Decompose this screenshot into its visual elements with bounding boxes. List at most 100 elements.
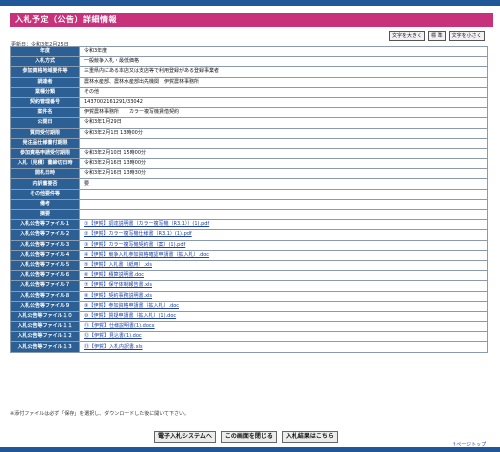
row-label: 内訳書要否 — [10, 178, 80, 190]
row-value — [79, 137, 488, 149]
file-link[interactable]: ⑬【伊賀】入札内訳書.xls — [84, 344, 143, 350]
row-label: 入札公告等ファイル６ — [10, 270, 80, 282]
row-value: 令和3年2月16日 13時30分 — [79, 168, 488, 180]
e-bidding-system-button[interactable]: 電子入札システムへ — [154, 431, 216, 443]
row-value — [79, 208, 488, 221]
bid-results-button[interactable]: 入札結果はこちら — [281, 431, 338, 443]
row-label: 入札公告等ファイル３ — [10, 239, 80, 251]
row-value: 1437002161291/33042 — [79, 96, 488, 109]
row-label: 入札公告等ファイル１ — [10, 219, 80, 231]
close-window-button[interactable]: この画面を閉じる — [220, 431, 277, 443]
row-label: 摘要 — [10, 208, 80, 221]
file-link[interactable]: ⑥【伊賀】積算説明書.doc — [84, 272, 144, 278]
detail-row: 発注品仕様書付期限 — [10, 137, 488, 149]
file-link[interactable]: ②【伊賀】カラー複写機仕様書（R3.1）(1).pdf — [84, 231, 192, 237]
row-label: 備考 — [10, 198, 80, 211]
file-row: 入札公告等ファイル１ ①【伊賀】調達説明書（カラー複写機（R3.1））(1).pd… — [10, 219, 488, 231]
file-link[interactable]: ④【伊賀】競争入札参加資格確認申請書（拡入札）.doc — [84, 252, 209, 258]
detail-row: 備考 — [10, 198, 488, 211]
file-row: 入札公告等ファイル１３ ⑬【伊賀】入札内訳書.xls — [10, 341, 488, 353]
file-link[interactable]: ⑨【伊賀】参加資格申請書（拡入札）.doc — [84, 303, 179, 309]
row-value: 令和3年2月16日 13時00分 — [79, 158, 488, 170]
detail-row: 摘要 — [10, 208, 488, 221]
file-cell: ⑥【伊賀】積算説明書.doc — [79, 270, 488, 282]
row-label: 質問受付期限 — [10, 127, 80, 139]
row-label: 公開日 — [10, 117, 80, 129]
font-large-button[interactable]: 文字を大きく — [389, 31, 426, 41]
row-label: 入札公告等ファイル７ — [10, 280, 80, 292]
row-label: 入札方式 — [10, 56, 80, 68]
file-row: 入札公告等ファイル４ ④【伊賀】競争入札参加資格確認申請書（拡入札）.doc — [10, 249, 488, 261]
file-row: 入札公告等ファイル１１ ⑪【伊賀】仕様説明書(1).docx — [10, 321, 488, 333]
row-value — [79, 198, 488, 211]
detail-row: 開札日時 令和3年2月16日 13時30分 — [10, 168, 488, 180]
row-value: 令和3年2月10日 15時00分 — [79, 147, 488, 160]
file-link[interactable]: ⑫【伊賀】見込書(1).doc — [84, 333, 142, 339]
file-cell: ③【伊賀】カラー複写機契約書（案）(1).pdf — [79, 239, 488, 251]
row-value: 伊賀農林事務所 カラー複写機賃借契約 — [79, 107, 488, 119]
file-link[interactable]: ⑧【伊賀】契約事務説明書.xls — [84, 293, 152, 299]
file-link[interactable]: ⑩【伊賀】質疑申請書（拡入札）(1).doc — [84, 313, 176, 319]
row-label: 開札日時 — [10, 168, 80, 180]
row-value: 一般競争入札・最低価格 — [79, 56, 488, 68]
row-label: 年度 — [10, 45, 80, 58]
file-row: 入札公告等ファイル８ ⑧【伊賀】契約事務説明書.xls — [10, 290, 488, 302]
page-title: 入札予定（公告）詳細情報 — [15, 15, 117, 24]
file-link[interactable]: ⑤【伊賀】入札書（紙用）.xls — [84, 262, 152, 268]
row-label: 参加資格申請受付期限 — [10, 147, 80, 160]
font-size-controls: 文字を大きく 標 準 文字を小さく — [389, 31, 485, 41]
row-label: 入札公告等ファイル１０ — [10, 310, 80, 323]
file-row: 入札公告等ファイル５ ⑤【伊賀】入札書（紙用）.xls — [10, 259, 488, 272]
detail-row: 年度 令和3年度 — [10, 45, 488, 58]
bottom-bar — [0, 447, 500, 452]
file-cell: ②【伊賀】カラー複写機仕様書（R3.1）(1).pdf — [79, 229, 488, 241]
row-value: 農林水産部、農林水産部出先機関 伊賀農林事務所 — [79, 76, 488, 88]
file-cell: ⑤【伊賀】入札書（紙用）.xls — [79, 259, 488, 272]
detail-row: 入札（見積）書締切日時 令和3年2月16日 13時00分 — [10, 158, 488, 170]
detail-row: その他要件等 — [10, 188, 488, 200]
row-label: 入札公告等ファイル５ — [10, 259, 80, 272]
file-link[interactable]: ③【伊賀】カラー複写機契約書（案）(1).pdf — [84, 242, 185, 248]
detail-row: 入札方式 一般競争入札・最低価格 — [10, 56, 488, 68]
detail-row: 内訳書要否要 — [10, 178, 488, 190]
detail-row: 参加資格申請受付期限 令和3年2月10日 15時00分 — [10, 147, 488, 160]
row-label: 発注品仕様書付期限 — [10, 137, 80, 149]
file-cell: ⑨【伊賀】参加資格申請書（拡入札）.doc — [79, 300, 488, 312]
detail-row: 業種分類 その他 — [10, 86, 488, 98]
detail-row: 調達者 農林水産部、農林水産部出先機関 伊賀農林事務所 — [10, 76, 488, 88]
row-label: 入札公告等ファイル１１ — [10, 321, 80, 333]
font-small-button[interactable]: 文字を小さく — [448, 31, 485, 41]
file-cell: ⑫【伊賀】見込書(1).doc — [79, 331, 488, 343]
detail-row: 質問受付期限 令和3年2月1日 13時00分 — [10, 127, 488, 139]
row-label: 入札公告等ファイル１３ — [10, 341, 80, 353]
detail-row: 契約管理番号 1437002161291/33042 — [10, 96, 488, 109]
row-label: 入札（見積）書締切日時 — [10, 158, 80, 170]
file-cell: ⑦【伊賀】保守体制報告書.xls — [79, 280, 488, 292]
detail-row: 案件名 伊賀農林事務所 カラー複写機賃借契約 — [10, 107, 488, 119]
font-standard-button[interactable]: 標 準 — [428, 31, 446, 41]
row-label: 入札公告等ファイル８ — [10, 290, 80, 302]
file-cell: ⑩【伊賀】質疑申請書（拡入札）(1).doc — [79, 310, 488, 323]
row-value: 令和3年度 — [79, 45, 488, 58]
file-row: 入札公告等ファイル２ ②【伊賀】カラー複写機仕様書（R3.1）(1).pdf — [10, 229, 488, 241]
file-cell: ⑪【伊賀】仕様説明書(1).docx — [79, 321, 488, 333]
row-label: 参加資格地域要件等 — [10, 66, 80, 78]
file-link[interactable]: ⑪【伊賀】仕様説明書(1).docx — [84, 323, 155, 329]
file-link[interactable]: ⑦【伊賀】保守体制報告書.xls — [84, 282, 152, 288]
row-label: 業種分類 — [10, 86, 80, 98]
file-cell: ①【伊賀】調達説明書（カラー複写機（R3.1））(1).pdf — [79, 219, 488, 231]
detail-row: 参加資格地域要件等 三重県内にある本店又は支店等で利用登録がある登録事業者 — [10, 66, 488, 78]
page-title-bar: 入札予定（公告）詳細情報 — [10, 13, 493, 27]
row-value: その他 — [79, 86, 488, 98]
row-value: 令和3年2月1日 13時00分 — [79, 127, 488, 139]
file-link[interactable]: ①【伊賀】調達説明書（カラー複写機（R3.1））(1).pdf — [84, 221, 209, 227]
row-label: 契約管理番号 — [10, 96, 80, 109]
detail-table: 年度 令和3年度 入札方式 一般競争入札・最低価格 参加資格地域要件等 三重県内にある本店… — [10, 45, 488, 353]
row-label: 入札公告等ファイル１２ — [10, 331, 80, 343]
file-cell: ⑧【伊賀】契約事務説明書.xls — [79, 290, 488, 302]
row-value: 令和3年1月29日 — [79, 117, 488, 129]
file-row: 入札公告等ファイル３ ③【伊賀】カラー複写機契約書（案）(1).pdf — [10, 239, 488, 251]
row-value: 要 — [79, 178, 488, 190]
row-label: その他要件等 — [10, 188, 80, 200]
download-note: ※添付ファイルは必ず「保存」を選択し、ダウンロードした後に開いて下さい。 — [10, 411, 190, 417]
